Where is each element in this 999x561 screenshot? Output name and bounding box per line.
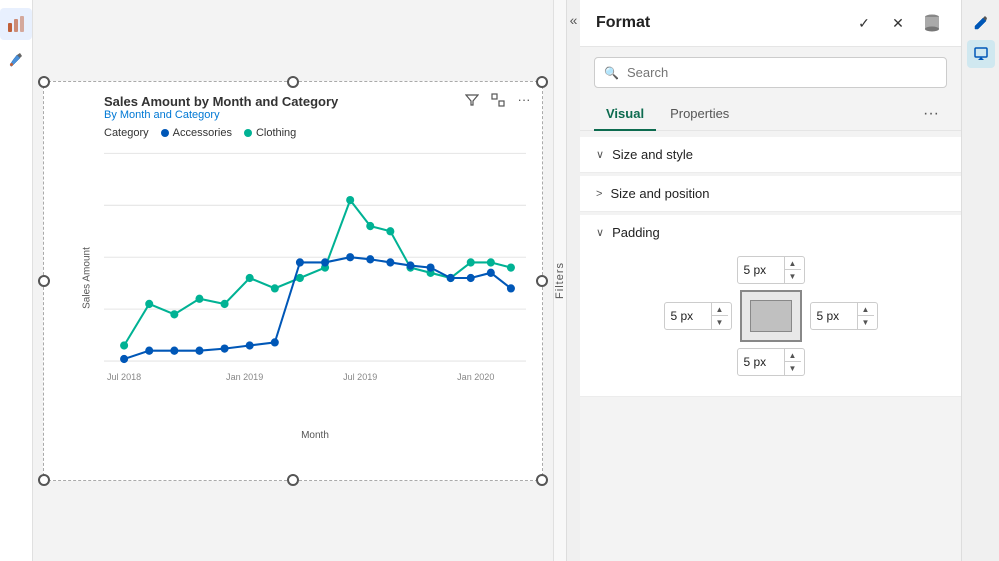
legend-accessories: Accessories <box>161 127 232 139</box>
padding-top-row: ▲ ▼ <box>737 256 805 284</box>
section-size-and-style-header: ∨ Size and style <box>596 147 945 162</box>
handle-top-right[interactable] <box>536 76 548 88</box>
section-size-and-style-chevron: ∨ <box>596 148 604 161</box>
legend-clothing-label: Clothing <box>256 127 296 139</box>
padding-chevron: ∨ <box>596 226 604 239</box>
padding-top-up[interactable]: ▲ <box>785 257 801 270</box>
focus-icon[interactable] <box>488 90 508 110</box>
padding-right-spinners: ▲ ▼ <box>857 303 874 329</box>
chart-subtitle: By Month and Category <box>104 109 526 121</box>
padding-top-input[interactable] <box>738 261 784 279</box>
side-toolbar <box>0 0 33 561</box>
svg-text:Jul 2019: Jul 2019 <box>343 371 377 381</box>
cylinder-icon[interactable] <box>919 10 945 36</box>
chart-canvas: Sales Amount Month 200K 150K 100K 50K <box>104 143 526 413</box>
section-size-and-position-header: > Size and position <box>596 186 945 201</box>
svg-text:Jan 2020: Jan 2020 <box>457 371 494 381</box>
padding-right-input-wrap: ▲ ▼ <box>810 302 878 330</box>
format-sections: ∨ Size and style > Size and position ∨ P <box>580 131 961 561</box>
padding-left-input[interactable] <box>665 307 711 325</box>
padding-bottom-row: ▲ ▼ <box>737 348 805 376</box>
legend-accessories-dot <box>161 129 169 137</box>
padding-top-input-wrap: ▲ ▼ <box>737 256 805 284</box>
search-input[interactable] <box>594 57 947 88</box>
padding-bottom-up[interactable]: ▲ <box>785 349 801 362</box>
padding-bottom-input-wrap: ▲ ▼ <box>737 348 805 376</box>
padding-center-box <box>740 290 802 342</box>
handle-bot-left[interactable] <box>38 474 50 486</box>
padding-section: ∨ Padding ▲ ▼ <box>580 215 961 397</box>
search-box: 🔍 <box>594 57 947 88</box>
padding-left-down[interactable]: ▼ <box>712 316 728 329</box>
format-title: Format <box>596 14 650 32</box>
handle-bot-mid[interactable] <box>287 474 299 486</box>
padding-left-up[interactable]: ▲ <box>712 303 728 316</box>
padding-right-input[interactable] <box>811 307 857 325</box>
handle-mid-left[interactable] <box>38 275 50 287</box>
more-options-icon[interactable]: ··· <box>514 90 534 110</box>
header-icons: ✓ ✕ <box>851 10 945 36</box>
padding-top-down[interactable]: ▼ <box>785 270 801 283</box>
padding-right-up[interactable]: ▲ <box>858 303 874 316</box>
chart-type-button[interactable] <box>0 8 32 40</box>
brush-button[interactable] <box>0 44 32 76</box>
format-right-icons <box>961 0 999 561</box>
filters-label: Filters <box>554 262 566 299</box>
handle-top-mid[interactable] <box>287 76 299 88</box>
legend-accessories-label: Accessories <box>173 127 232 139</box>
chart-area: ··· Sales Amount by Month and Category B… <box>33 0 553 561</box>
format-icon-active[interactable] <box>967 8 995 36</box>
chart-container[interactable]: ··· Sales Amount by Month and Category B… <box>43 81 543 481</box>
handle-bot-right[interactable] <box>536 474 548 486</box>
filters-panel[interactable]: Filters <box>553 0 566 561</box>
padding-bottom-down[interactable]: ▼ <box>785 362 801 375</box>
check-icon[interactable]: ✓ <box>851 10 877 36</box>
filter-icon[interactable] <box>462 90 482 110</box>
svg-text:Jul 2018: Jul 2018 <box>107 371 141 381</box>
section-size-and-position-chevron: > <box>596 188 602 200</box>
handle-mid-right[interactable] <box>536 275 548 287</box>
padding-middle-row: ▲ ▼ <box>664 290 878 342</box>
padding-left-spinners: ▲ ▼ <box>711 303 728 329</box>
section-size-and-style[interactable]: ∨ Size and style <box>580 137 961 173</box>
section-size-and-style-label: Size and style <box>612 147 693 162</box>
legend-clothing-dot <box>244 129 252 137</box>
padding-bottom-spinners: ▲ ▼ <box>784 349 801 375</box>
chart-legend: Category Accessories Clothing <box>104 127 526 139</box>
padding-control: ▲ ▼ ▲ ▼ <box>596 256 945 376</box>
padding-label: Padding <box>612 225 660 240</box>
format-header: Format ✓ ✕ <box>580 0 961 47</box>
search-icon: 🔍 <box>604 66 619 80</box>
y-axis-label: Sales Amount <box>81 247 92 309</box>
section-size-and-position[interactable]: > Size and position <box>580 176 961 212</box>
legend-clothing: Clothing <box>244 127 296 139</box>
padding-top-spinners: ▲ ▼ <box>784 257 801 283</box>
padding-left-input-wrap: ▲ ▼ <box>664 302 732 330</box>
tab-visual[interactable]: Visual <box>594 98 656 131</box>
legend-category-label: Category <box>104 127 149 139</box>
svg-text:Jan 2019: Jan 2019 <box>226 371 263 381</box>
padding-section-header[interactable]: ∨ Padding <box>596 225 945 240</box>
padding-right-down[interactable]: ▼ <box>858 316 874 329</box>
padding-bottom-input[interactable] <box>738 353 784 371</box>
collapse-button[interactable]: « <box>566 0 580 561</box>
tab-properties[interactable]: Properties <box>658 98 741 131</box>
tabs-row: Visual Properties ··· <box>580 98 961 131</box>
close-icon[interactable]: ✕ <box>885 10 911 36</box>
x-axis-label: Month <box>301 430 329 441</box>
section-size-and-position-label: Size and position <box>610 186 709 201</box>
handle-top-left[interactable] <box>38 76 50 88</box>
padding-inner-box <box>750 300 792 332</box>
format-panel: Format ✓ ✕ 🔍 <box>580 0 961 561</box>
chart-top-icons: ··· <box>462 90 534 110</box>
chart-svg: 200K 150K 100K 50K 0K Jul 2018 Jan 2019 … <box>104 143 526 413</box>
format-icon-inactive[interactable] <box>967 40 995 68</box>
tabs-more[interactable]: ··· <box>915 101 947 127</box>
